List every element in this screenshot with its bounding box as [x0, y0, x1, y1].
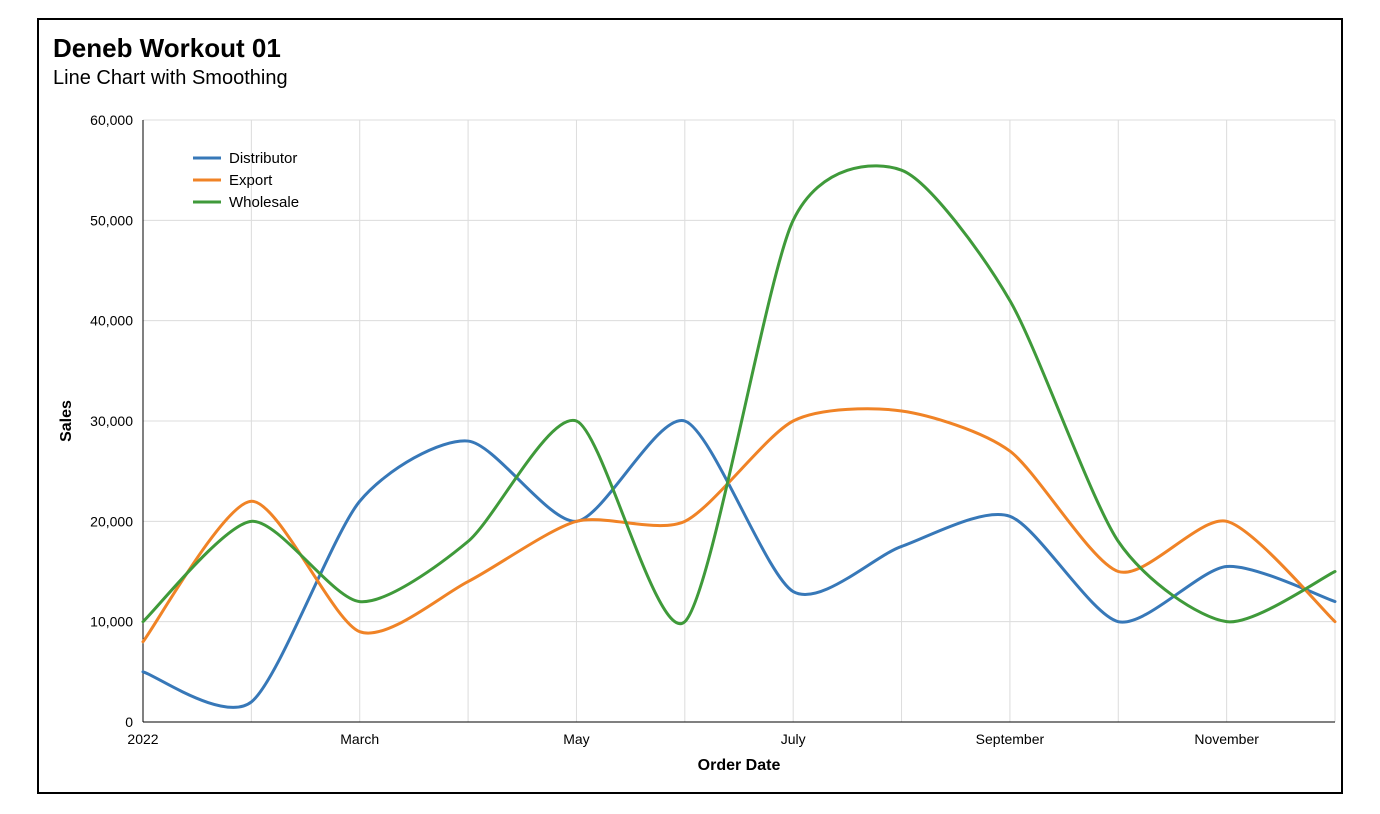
x-tick-label: 2022 — [127, 731, 158, 747]
x-axis-title: Order Date — [698, 757, 781, 774]
y-tick-label: 10,000 — [90, 614, 133, 630]
x-tick-label: May — [563, 731, 589, 747]
gridlines — [143, 120, 1335, 722]
y-tick-label: 20,000 — [90, 513, 133, 529]
x-tick-label: September — [976, 731, 1045, 747]
x-tick-label: November — [1194, 731, 1259, 747]
chart-frame: Deneb Workout 01 Line Chart with Smoothi… — [37, 18, 1343, 794]
y-tick-label: 40,000 — [90, 313, 133, 329]
x-tick-label: March — [340, 731, 379, 747]
legend: Distributor Export Wholesale — [193, 150, 299, 211]
y-axis: 0 10,000 20,000 30,000 40,000 50,000 60,000 — [90, 112, 143, 730]
y-tick-label: 60,000 — [90, 112, 133, 128]
series-distributor — [143, 420, 1335, 707]
series-group — [143, 166, 1335, 708]
series-wholesale — [143, 166, 1335, 624]
x-tick-label: July — [781, 731, 806, 747]
y-tick-label: 0 — [125, 714, 133, 730]
plot-area: 0 10,000 20,000 30,000 40,000 50,000 60,000 202… — [39, 20, 1341, 792]
legend-label: Distributor — [229, 150, 297, 167]
y-tick-label: 50,000 — [90, 212, 133, 228]
legend-label: Export — [229, 172, 273, 189]
x-axis: 2022 March May July September November — [127, 722, 1335, 747]
chart-svg: 0 10,000 20,000 30,000 40,000 50,000 60,000 202… — [39, 20, 1345, 796]
legend-label: Wholesale — [229, 194, 299, 211]
y-tick-label: 30,000 — [90, 413, 133, 429]
y-axis-title: Sales — [58, 400, 75, 442]
